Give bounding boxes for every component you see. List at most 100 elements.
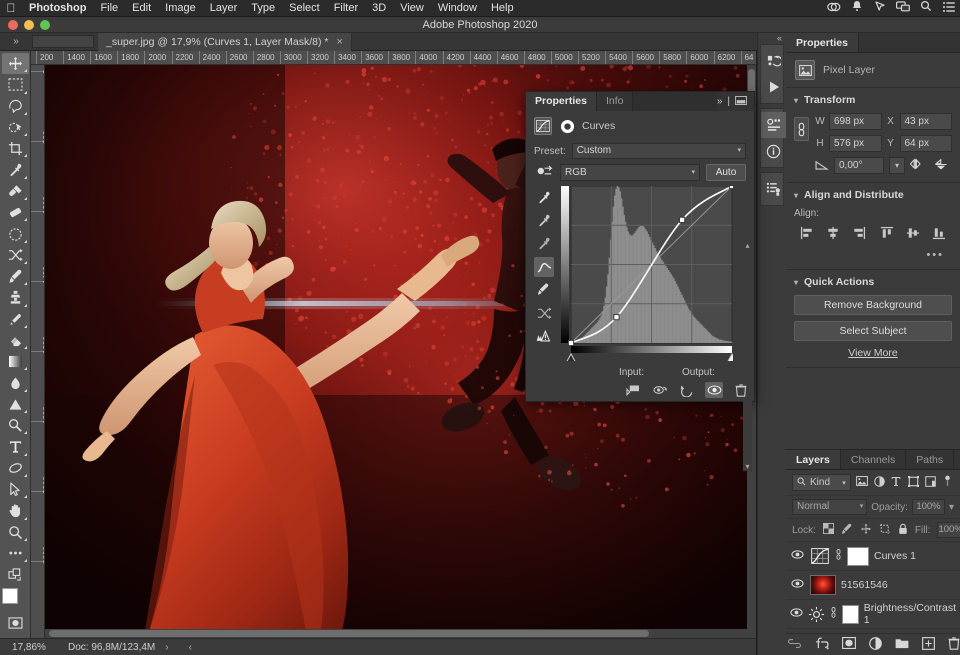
menu-window[interactable]: Window	[431, 0, 484, 17]
quick-mask-tool[interactable]	[2, 613, 29, 634]
tool-preset-picker[interactable]	[32, 35, 94, 48]
opacity-stepper-icon[interactable]: ▾	[949, 502, 954, 513]
add-mask-icon[interactable]	[842, 637, 856, 652]
rail-collapse-icon[interactable]: «	[758, 33, 786, 44]
table-row[interactable]: 51561546	[786, 571, 960, 600]
color-swatches[interactable]	[2, 588, 28, 612]
toggle-visibility-icon[interactable]	[705, 382, 723, 398]
brightness-contrast-adjustment-icon[interactable]	[808, 604, 825, 624]
gray-point-eyedropper[interactable]	[534, 211, 554, 231]
type-tool[interactable]	[2, 436, 29, 457]
foreground-color-swatch[interactable]	[2, 588, 18, 604]
direct-selection-tool[interactable]	[2, 479, 29, 500]
delete-layer-icon[interactable]	[948, 637, 960, 653]
pencil-draw-curve-tool[interactable]	[534, 280, 554, 300]
fill-input[interactable]: 100%	[937, 522, 960, 538]
flip-vertical-icon[interactable]	[934, 158, 948, 174]
crop-tool[interactable]	[2, 138, 29, 159]
filter-adjustment-icon[interactable]	[873, 476, 885, 490]
tab-paths[interactable]: Paths	[906, 450, 954, 469]
lasso-tool[interactable]	[2, 96, 29, 117]
menu-edit[interactable]: Edit	[125, 0, 158, 17]
brush-tool[interactable]	[2, 266, 29, 287]
align-left-edges-icon[interactable]	[800, 226, 814, 243]
align-right-edges-icon[interactable]	[852, 226, 866, 243]
scroll-down-icon[interactable]: ▾	[745, 462, 749, 471]
menu-filter[interactable]: Filter	[327, 0, 365, 17]
align-top-edges-icon[interactable]	[880, 226, 894, 243]
filter-smart-object-icon[interactable]	[925, 476, 937, 490]
curves-panel-scroll[interactable]: ▴ ▾	[743, 241, 752, 471]
chevron-down-icon[interactable]: ▾	[794, 191, 798, 200]
menu-select[interactable]: Select	[282, 0, 327, 17]
actions-icon[interactable]	[761, 112, 786, 138]
tab-channels[interactable]: Channels	[841, 450, 906, 469]
pen-tool[interactable]	[2, 415, 29, 436]
angle-dropdown-icon[interactable]: ▾	[889, 157, 905, 174]
link-layers-icon[interactable]	[787, 639, 802, 651]
align-horizontal-centers-icon[interactable]	[826, 226, 840, 243]
lock-transparent-icon[interactable]	[823, 523, 834, 537]
white-point-eyedropper[interactable]	[534, 188, 554, 208]
eraser-tool[interactable]	[2, 330, 29, 351]
align-section-header[interactable]: ▾ Align and Distribute	[794, 189, 952, 201]
channel-select[interactable]: RGB ▾	[560, 164, 700, 181]
lock-image-icon[interactable]	[841, 523, 853, 538]
menu-file[interactable]: File	[93, 0, 125, 17]
object-selection-tool[interactable]	[2, 117, 29, 138]
layer-filter-kind-select[interactable]: Kind ▾	[792, 474, 851, 491]
filter-type-icon[interactable]	[890, 476, 902, 490]
curves-properties-panel[interactable]: Properties Info » | Curves Preset:	[525, 91, 755, 402]
curve-graph-svg[interactable]	[561, 186, 733, 361]
layer-name[interactable]: Brightness/Contrast 1	[864, 602, 956, 626]
chevron-down-icon[interactable]: ▾	[842, 479, 846, 487]
select-subject-button[interactable]: Select Subject	[794, 321, 952, 341]
reset-adjustment-icon[interactable]	[678, 382, 696, 398]
dodge-tool[interactable]	[2, 394, 29, 415]
lock-artboard-icon[interactable]	[879, 523, 891, 538]
new-layer-icon[interactable]	[922, 637, 935, 653]
chevron-down-icon[interactable]: ▾	[691, 165, 695, 180]
blend-mode-select[interactable]: Normal ▾	[792, 499, 867, 515]
table-row[interactable]: Curves 1	[786, 542, 960, 571]
play-icon[interactable]	[761, 74, 786, 100]
quick-actions-header[interactable]: ▾ Quick Actions	[794, 276, 952, 288]
chevron-down-icon[interactable]: ▾	[794, 278, 798, 287]
rectangular-marquee-tool[interactable]	[2, 74, 29, 95]
lock-position-icon[interactable]	[860, 523, 872, 538]
cursor-share-icon[interactable]	[868, 0, 891, 17]
status-expand-icon[interactable]: ›	[155, 642, 178, 653]
menu-help[interactable]: Help	[484, 0, 521, 17]
delete-adjustment-icon[interactable]	[732, 382, 750, 398]
gradient-tool[interactable]	[2, 351, 29, 372]
layer-mask-thumbnail[interactable]	[842, 605, 859, 624]
chevron-down-icon[interactable]: ▾	[737, 144, 741, 158]
layer-visibility-icon[interactable]	[790, 550, 805, 562]
menu-layer[interactable]: Layer	[203, 0, 245, 17]
clip-warning-tool[interactable]	[534, 326, 554, 346]
view-previous-state-icon[interactable]	[651, 382, 669, 398]
tab-info[interactable]: Info	[597, 92, 634, 111]
curve-point-tool[interactable]	[534, 257, 554, 277]
eyedropper-tool[interactable]	[2, 159, 29, 180]
history-icon[interactable]	[761, 48, 786, 74]
align-more-options-icon[interactable]: •••	[794, 243, 952, 261]
chevron-down-icon[interactable]: ▾	[794, 96, 798, 105]
layer-style-fx-icon[interactable]	[815, 637, 829, 653]
menu-type[interactable]: Type	[244, 0, 282, 17]
zoom-tool[interactable]	[2, 522, 29, 543]
filter-shape-icon[interactable]	[907, 476, 919, 490]
flip-horizontal-icon[interactable]	[910, 158, 924, 174]
collapse-chevrons-icon[interactable]: »	[717, 96, 723, 107]
layer-mask-link-icon[interactable]	[835, 548, 842, 564]
smooth-curve-tool[interactable]	[534, 303, 554, 323]
menu-image[interactable]: Image	[158, 0, 203, 17]
search-icon[interactable]	[914, 0, 937, 17]
info-icon[interactable]	[761, 138, 786, 164]
x-input[interactable]: 43 px	[900, 113, 953, 130]
move-tool[interactable]	[2, 53, 29, 74]
spot-healing-brush-tool[interactable]	[2, 181, 29, 202]
layer-image-thumbnail[interactable]	[810, 575, 836, 595]
tab-properties[interactable]: Properties	[786, 33, 859, 52]
creative-cloud-icon[interactable]	[822, 0, 845, 17]
